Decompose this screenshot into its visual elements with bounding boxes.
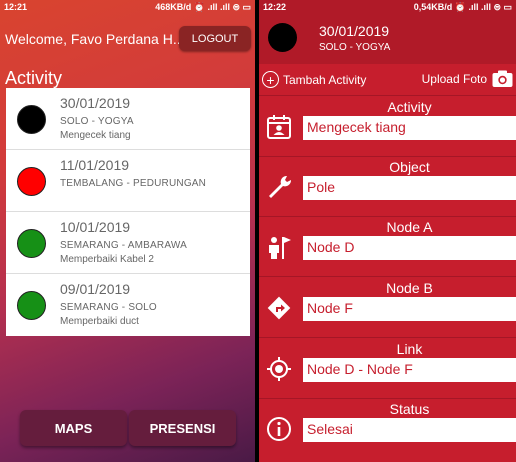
status-dot xyxy=(17,291,46,320)
activity-description: Mengecek tiang xyxy=(60,130,131,141)
node-a-input[interactable]: Node D xyxy=(303,236,516,260)
node-a-field: Node A Node D xyxy=(259,217,516,277)
activity-field: Activity Mengecek tiang xyxy=(259,97,516,157)
activity-route: TEMBALANG - PEDURUNGAN xyxy=(60,178,207,189)
status-label: Status xyxy=(389,401,430,417)
status-dot xyxy=(17,105,46,134)
activity-list-item[interactable]: 11/01/2019 TEMBALANG - PEDURUNGAN xyxy=(6,150,250,212)
person-flag-icon xyxy=(269,237,291,259)
tambah-activity-label: Tambah Activity xyxy=(283,72,367,87)
activity-description: Memperbaiki Kabel 2 xyxy=(60,254,154,265)
activity-date: 09/01/2019 xyxy=(60,281,131,297)
camera-icon xyxy=(492,70,513,87)
status-time: 12:21 xyxy=(4,2,28,12)
activity-route: SOLO - YOGYA xyxy=(60,116,134,127)
activity-date: 11/01/2019 xyxy=(60,157,130,173)
info-icon xyxy=(267,417,291,441)
activity-detail-screen: 12:22 0,54KB/d ⏰ .ıll .ıll ⊜ ▭ 30/01/201… xyxy=(259,0,516,462)
activity-route: SEMARANG - SOLO xyxy=(60,302,157,313)
maps-button[interactable]: MAPS xyxy=(20,410,127,446)
activity-date: 10/01/2019 xyxy=(60,219,131,235)
status-dot xyxy=(17,167,46,196)
header-route: SOLO - YOGYA xyxy=(319,42,391,53)
node-a-label: Node A xyxy=(386,219,433,235)
activity-list: 30/01/2019 SOLO - YOGYA Mengecek tiang 1… xyxy=(6,88,250,336)
activity-list-item[interactable]: 09/01/2019 SEMARANG - SOLO Memperbaiki d… xyxy=(6,274,250,336)
link-field: Link Node D - Node F xyxy=(259,339,516,399)
activity-list-item[interactable]: 10/01/2019 SEMARANG - AMBARAWA Memperbai… xyxy=(6,212,250,274)
location-target-icon xyxy=(267,357,291,381)
detail-header: 30/01/2019 SOLO - YOGYA xyxy=(259,14,516,64)
avatar xyxy=(268,23,297,52)
activity-date: 30/01/2019 xyxy=(60,95,131,111)
node-b-label: Node B xyxy=(386,280,433,296)
calendar-person-icon xyxy=(267,115,291,139)
object-input[interactable]: Pole xyxy=(303,176,516,200)
status-bar: 12:22 0,54KB/d ⏰ .ıll .ıll ⊜ ▭ xyxy=(259,0,516,14)
header-date: 30/01/2019 xyxy=(319,23,390,39)
status-info: 0,54KB/d ⏰ .ıll .ıll ⊜ ▭ xyxy=(413,1,512,12)
logout-button[interactable]: LOGOUT xyxy=(179,26,251,51)
link-input[interactable]: Node D - Node F xyxy=(303,358,516,382)
status-field: Status Selesai xyxy=(259,399,516,459)
tambah-activity-button[interactable]: + Tambah Activity xyxy=(262,71,366,88)
status-input[interactable]: Selesai xyxy=(303,418,516,442)
welcome-text: Welcome, Favo Perdana H... xyxy=(5,31,185,47)
status-dot xyxy=(17,229,46,258)
presensi-button[interactable]: PRESENSI xyxy=(129,410,236,446)
activity-route: SEMARANG - AMBARAWA xyxy=(60,240,187,251)
upload-foto-button[interactable]: Upload Foto xyxy=(422,70,513,88)
add-circle-icon: + xyxy=(262,71,279,88)
section-title: Activity xyxy=(5,68,63,88)
node-b-field: Node B Node F xyxy=(259,278,516,338)
activity-list-screen: 12:21 468KB/d ⏰ .ıll .ıll ⊜ ▭ Welcome, F… xyxy=(0,0,255,462)
activity-label: Activity xyxy=(387,99,432,115)
status-bar: 12:21 468KB/d ⏰ .ıll .ıll ⊜ ▭ xyxy=(0,0,255,14)
wrench-icon xyxy=(269,175,292,198)
action-row: + Tambah Activity Upload Foto xyxy=(259,64,516,96)
status-info: 468KB/d ⏰ .ıll .ıll ⊜ ▭ xyxy=(155,1,251,12)
status-time: 12:22 xyxy=(263,2,287,12)
object-field: Object Pole xyxy=(259,157,516,217)
activity-input[interactable]: Mengecek tiang xyxy=(303,116,516,140)
activity-list-item[interactable]: 30/01/2019 SOLO - YOGYA Mengecek tiang xyxy=(6,88,250,150)
node-b-input[interactable]: Node F xyxy=(303,297,516,321)
direction-sign-icon xyxy=(267,296,291,320)
object-label: Object xyxy=(389,159,430,175)
link-label: Link xyxy=(396,341,423,357)
upload-foto-label: Upload Foto xyxy=(421,72,487,86)
activity-description: Memperbaiki duct xyxy=(60,316,139,327)
